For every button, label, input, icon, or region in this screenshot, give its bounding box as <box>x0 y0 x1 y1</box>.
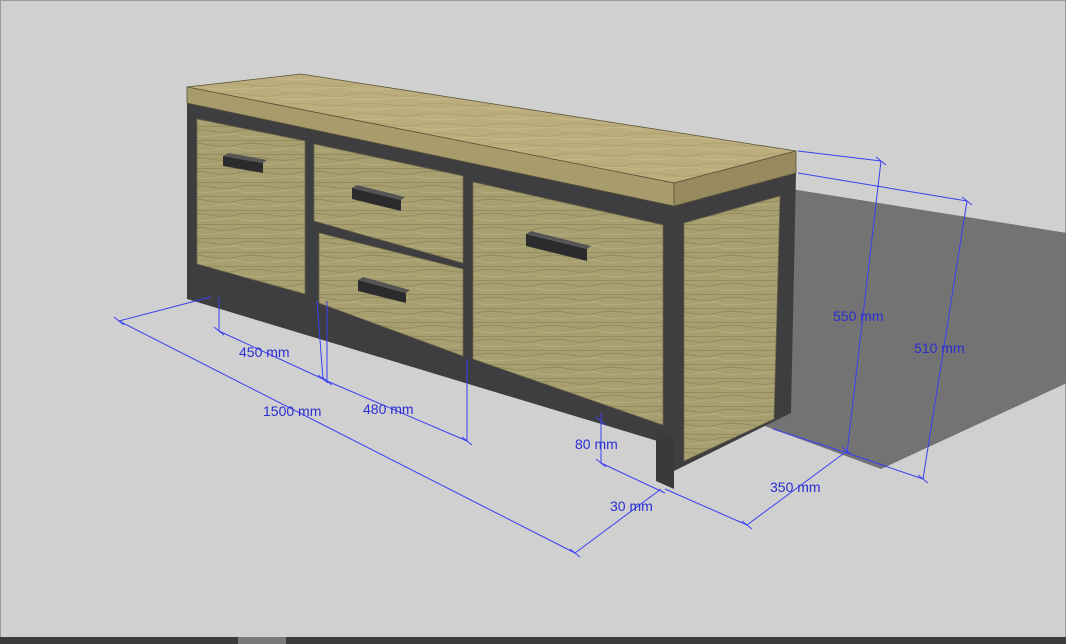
dim-label-480: 480 mm <box>363 401 414 417</box>
cabinet-model: 450 mm 480 mm 1500 mm 80 mm 30 mm 350 mm… <box>113 73 1066 558</box>
front-right-leg <box>656 431 674 489</box>
dim-label-510: 510 mm <box>914 340 965 356</box>
dim-label-1500: 1500 mm <box>263 403 321 419</box>
sketchup-viewport[interactable]: 450 mm 480 mm 1500 mm 80 mm 30 mm 350 mm… <box>0 0 1066 644</box>
dim-label-450: 450 mm <box>239 344 290 360</box>
dim-label-550: 550 mm <box>833 308 884 324</box>
left-door <box>196 118 306 295</box>
status-bar-segment <box>238 637 286 644</box>
dim-label-30: 30 mm <box>610 498 653 514</box>
side-panel <box>683 195 781 462</box>
status-bar <box>0 637 1066 644</box>
dim-label-350: 350 mm <box>770 479 821 495</box>
cast-shadow <box>751 189 1066 469</box>
dim-label-80: 80 mm <box>575 436 618 452</box>
